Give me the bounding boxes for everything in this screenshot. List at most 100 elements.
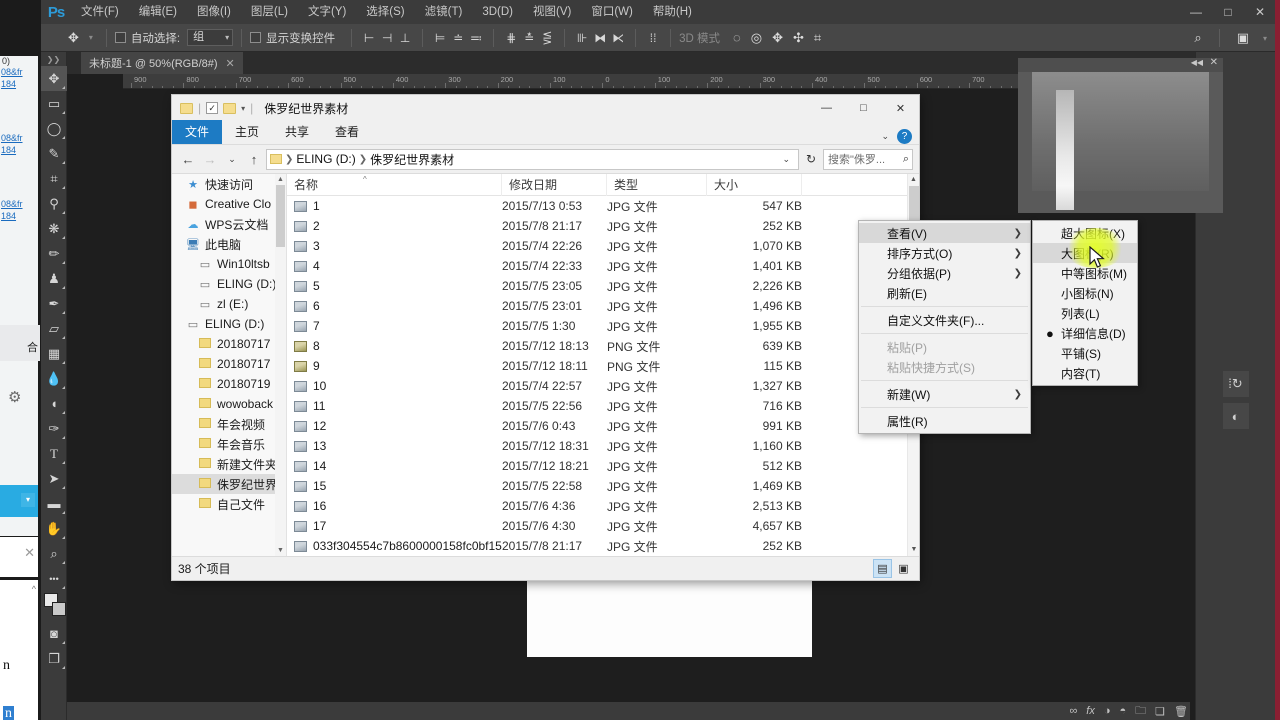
floating-panel-header[interactable]: ◀◀ ✕ <box>1018 57 1223 72</box>
menu-item-help[interactable]: 帮助(H) <box>643 0 702 24</box>
camera-3d-icon[interactable]: ⌗ <box>809 30 826 46</box>
table-row[interactable]: 13 2015/7/12 18:31 JPG 文件 1,160 KB <box>287 436 919 456</box>
distribute-horizontal-center-icon[interactable]: ⧓ <box>591 29 609 47</box>
scroll-down-button[interactable]: ▼ <box>908 544 919 556</box>
explorer-title-bar[interactable]: | ✓ ▾ | 侏罗纪世界素材 — □ ✕ <box>172 95 919 121</box>
sidebar-item-16[interactable]: 自己文件 <box>172 494 286 514</box>
document-tab[interactable]: 未标题-1 @ 50%(RGB/8#) ✕ <box>81 52 243 74</box>
sidebar-item-2[interactable]: ☁ WPS云文档 <box>172 214 286 234</box>
dodge-tool[interactable]: ◖ <box>41 391 67 416</box>
scroll-down-button[interactable]: ▼ <box>275 545 286 556</box>
maximize-button[interactable]: □ <box>1212 0 1244 24</box>
menu-item-3d[interactable]: 3D(D) <box>472 0 523 24</box>
large-icons-view-button[interactable]: ▣ <box>894 559 913 578</box>
table-row[interactable]: 7 2015/7/5 1:30 JPG 文件 1,955 KB <box>287 316 919 336</box>
quick-selection-tool[interactable]: ✎ <box>41 141 67 166</box>
menu-item-filter[interactable]: 滤镜(T) <box>415 0 473 24</box>
close-icon[interactable]: ✕ <box>226 57 235 70</box>
context-menu-item-0[interactable]: 查看(V) ❯ <box>859 223 1030 243</box>
maximize-button[interactable]: □ <box>845 95 882 121</box>
background-link[interactable]: 184 <box>0 210 38 222</box>
rectangle-tool[interactable]: ▬ <box>41 491 67 516</box>
canvas-artboard[interactable] <box>527 579 812 657</box>
sidebar-item-7[interactable]: ▭ ELING (D:) <box>172 314 286 334</box>
sidebar-item-10[interactable]: 20180719 <box>172 374 286 394</box>
view-submenu-item-5[interactable]: ● 详细信息(D) <box>1033 323 1137 343</box>
background-link[interactable]: 184 <box>0 78 38 90</box>
explorer-navigation-pane[interactable]: ★ 快速访问 ◼ Creative Clo ☁ WPS云文档 🖥 此电脑 ▭ Win10ltsb ▭… <box>172 174 287 556</box>
chevron-down-icon[interactable]: ⌄ <box>777 154 795 165</box>
more-tools-button[interactable]: ••• <box>41 566 67 591</box>
background-link[interactable]: 08&fr <box>0 66 38 78</box>
crop-tool[interactable]: ⌗ <box>41 166 67 191</box>
sidebar-item-11[interactable]: wowoback <box>172 394 286 414</box>
collapse-icon[interactable]: ◀◀ <box>1191 58 1203 67</box>
scrollbar-thumb[interactable] <box>276 185 285 247</box>
search-icon[interactable]: ⌕ <box>1189 30 1206 46</box>
link-icon[interactable]: ∞ <box>1069 705 1077 717</box>
align-horizontal-centers-icon[interactable]: ⊣ <box>378 29 396 47</box>
table-row[interactable]: 14 2015/7/12 18:21 JPG 文件 512 KB <box>287 456 919 476</box>
minimize-button[interactable]: — <box>1180 0 1212 24</box>
auto-select-checkbox[interactable] <box>114 32 126 43</box>
spot-healing-brush-tool[interactable]: ❋ <box>41 216 67 241</box>
photoshop-floating-panel[interactable]: ◀◀ ✕ <box>1018 57 1223 213</box>
context-menu-item-12[interactable]: 属性(R) <box>859 411 1030 431</box>
table-row[interactable]: 033f304554c7b8600000158fc0bf15e 2015/7/8 … <box>287 536 919 556</box>
scroll-up-button[interactable]: ▲ <box>908 174 919 186</box>
align-left-edges-icon[interactable]: ⊢ <box>360 29 378 47</box>
collapse-ribbon-icon[interactable]: ⌄ <box>881 131 889 142</box>
table-row[interactable]: 5 2015/7/5 23:05 JPG 文件 2,226 KB <box>287 276 919 296</box>
sidebar-item-1[interactable]: ◼ Creative Clo <box>172 194 286 214</box>
chevron-down-icon[interactable]: ▾ <box>241 104 245 113</box>
close-button[interactable]: ✕ <box>1244 0 1276 24</box>
distribute-left-icon[interactable]: ⊪ <box>573 29 591 47</box>
styles-icon[interactable]: ◐ <box>1222 403 1249 429</box>
table-row[interactable]: 17 2015/7/6 4:30 JPG 文件 4,657 KB <box>287 516 919 536</box>
workspace-icon[interactable]: ▣ <box>1232 30 1254 46</box>
distribute-right-icon[interactable]: ⧔ <box>609 29 627 47</box>
search-icon[interactable]: ⌕ <box>903 153 909 166</box>
distribute-vertical-center-icon[interactable]: ≛ <box>520 29 538 47</box>
history-brush-tool[interactable]: ✒ <box>41 291 67 316</box>
context-menu[interactable]: 查看(V) ❯ 排序方式(O) ❯ 分组依据(P) ❯ 刷新(E) 自定义文件夹(F)... 粘… <box>858 220 1031 434</box>
context-menu-item-3[interactable]: 刷新(E) <box>859 283 1030 303</box>
roll-3d-icon[interactable]: ◎ <box>746 30 767 46</box>
zoom-tool[interactable]: ⌕ <box>41 541 67 566</box>
sidebar-item-3[interactable]: 🖥 此电脑 <box>172 234 286 254</box>
menu-item-view[interactable]: 视图(V) <box>523 0 581 24</box>
gradient-tool[interactable]: ▦ <box>41 341 67 366</box>
table-row[interactable]: 10 2015/7/4 22:57 JPG 文件 1,327 KB <box>287 376 919 396</box>
context-menu-item-5[interactable]: 自定义文件夹(F)... <box>859 310 1030 330</box>
mask-icon[interactable]: ◑ <box>1104 705 1111 717</box>
help-icon[interactable]: ? <box>897 129 912 144</box>
eyedropper-tool[interactable]: ⚲ <box>41 191 67 216</box>
sidebar-item-8[interactable]: 20180717 <box>172 334 286 354</box>
lasso-tool[interactable]: ◯ <box>41 116 67 141</box>
background-color-swatch[interactable] <box>52 602 66 616</box>
sidebar-item-14[interactable]: 新建文件夹 <box>172 454 286 474</box>
table-row[interactable]: 11 2015/7/5 22:56 JPG 文件 716 KB <box>287 396 919 416</box>
view-submenu-item-2[interactable]: 中等图标(M) <box>1033 263 1137 283</box>
ribbon-tab-home[interactable]: 主页 <box>222 120 272 144</box>
chevron-down-icon[interactable]: ▾ <box>1258 34 1272 43</box>
group-icon[interactable]: 🗀 <box>1135 702 1146 720</box>
gear-icon[interactable]: ⚙ <box>8 388 21 406</box>
distribute-top-icon[interactable]: ⋕ <box>502 29 520 47</box>
distribute-bottom-icon[interactable]: ⋚ <box>538 29 556 47</box>
sidebar-item-9[interactable]: 20180717 <box>172 354 286 374</box>
slide-3d-icon[interactable]: ✣ <box>788 30 809 46</box>
details-view-button[interactable]: ▤ <box>873 559 892 578</box>
column-header-type[interactable]: 类型 <box>607 174 707 196</box>
close-button[interactable]: ✕ <box>882 95 919 121</box>
file-explorer-window[interactable]: | ✓ ▾ | 侏罗纪世界素材 — □ ✕ 文件 主页 共享 查看 ⌄ ? ← … <box>172 95 919 580</box>
type-tool[interactable]: T <box>41 441 67 466</box>
view-submenu-item-7[interactable]: 内容(T) <box>1033 363 1137 383</box>
ribbon-tab-view[interactable]: 查看 <box>322 120 372 144</box>
pan-3d-icon[interactable]: ✥ <box>767 30 788 46</box>
background-blue-button[interactable]: ▾ <box>0 485 38 517</box>
move-tool[interactable]: ✥ <box>41 66 67 91</box>
forward-button[interactable]: → <box>200 149 220 169</box>
menu-item-image[interactable]: 图像(I) <box>187 0 241 24</box>
align-right-edges-icon[interactable]: ⊥ <box>396 29 414 47</box>
